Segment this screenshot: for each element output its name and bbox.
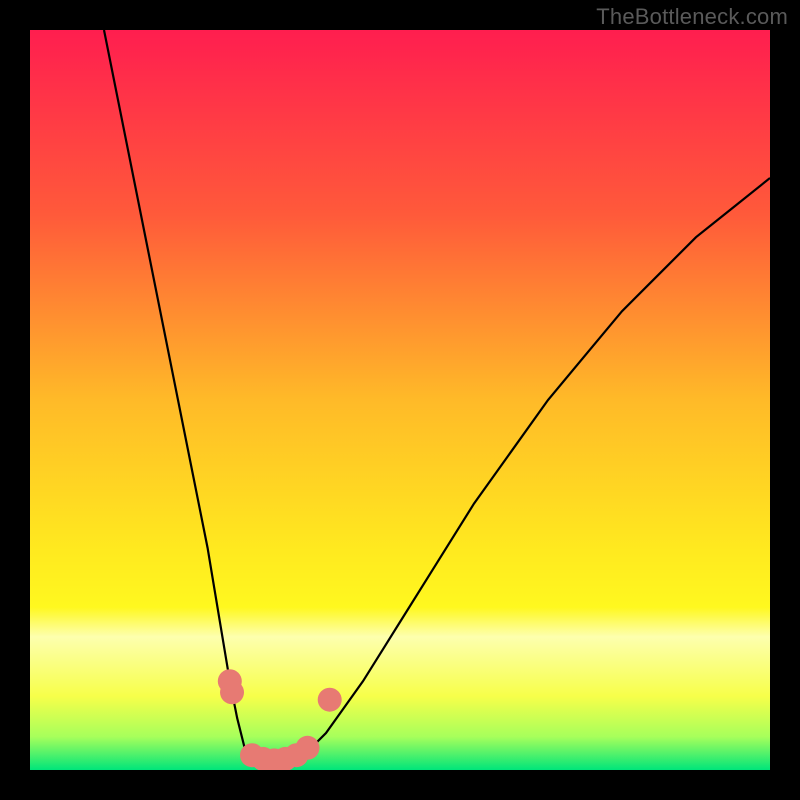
gradient-background bbox=[30, 30, 770, 770]
highlight-dot bbox=[220, 680, 244, 704]
plot-area bbox=[30, 30, 770, 770]
chart-svg bbox=[30, 30, 770, 770]
outer-black-frame: TheBottleneck.com bbox=[0, 0, 800, 800]
watermark-text: TheBottleneck.com bbox=[596, 4, 788, 30]
highlight-dot bbox=[318, 688, 342, 712]
highlight-dot bbox=[296, 736, 320, 760]
